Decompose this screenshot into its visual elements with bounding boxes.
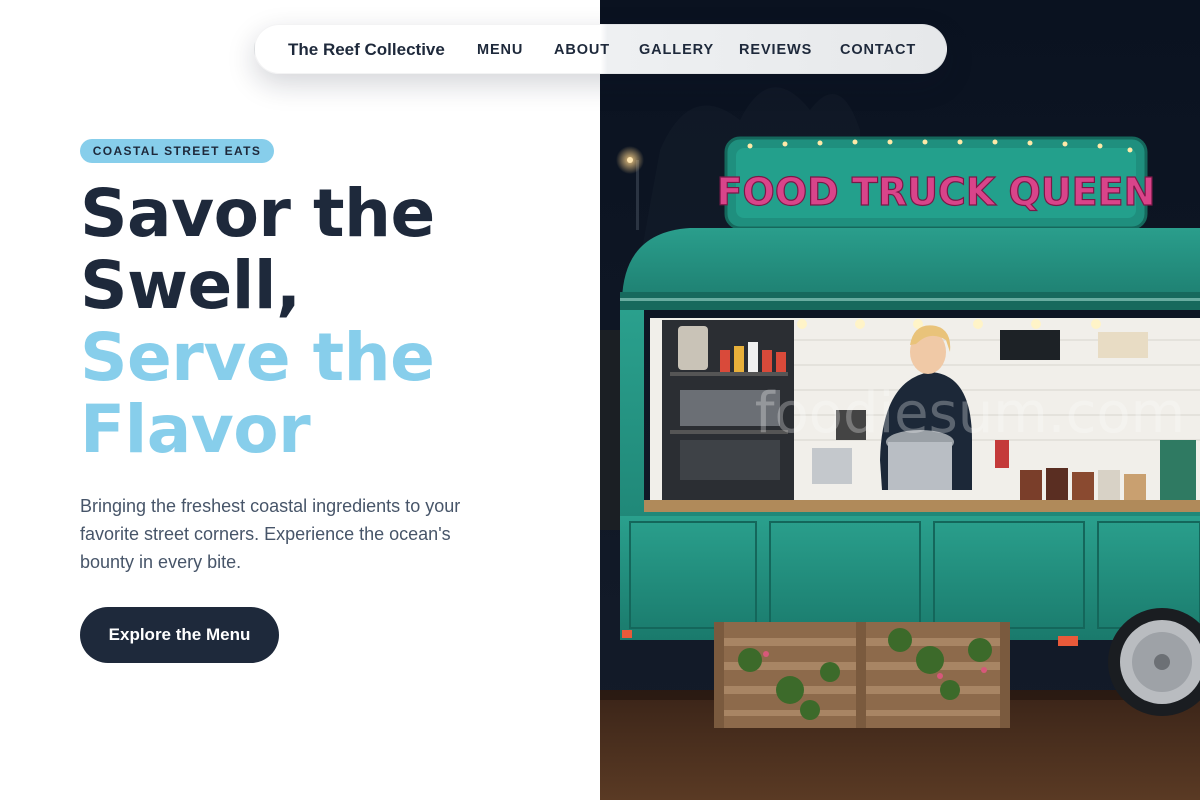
top-navigation: The Reef Collective MENU ABOUT GALLERY R… xyxy=(254,24,947,74)
hero-image: FOOD TRUCK QUEEN foodiesum.com xyxy=(600,0,1200,800)
hero-description: Bringing the freshest coastal ingredient… xyxy=(80,492,520,576)
nav-link-contact[interactable]: CONTACT xyxy=(840,42,916,58)
headline-accent-line: Serve the xyxy=(80,319,435,396)
truck-sign: FOOD TRUCK QUEEN xyxy=(716,136,1156,230)
headline-accent-line: Flavor xyxy=(80,391,311,468)
nav-link-gallery[interactable]: GALLERY xyxy=(639,42,714,58)
nav-link-menu[interactable]: MENU xyxy=(477,42,523,58)
wooden-planter xyxy=(714,622,1010,728)
watermark-text: foodiesum.com xyxy=(755,381,1185,446)
nav-link-about[interactable]: ABOUT xyxy=(554,42,610,58)
headline-line: Savor the xyxy=(80,175,435,252)
food-truck-illustration: FOOD TRUCK QUEEN foodiesum.com xyxy=(600,0,1200,800)
description-line: Bringing the freshest coastal ingredient… xyxy=(80,496,461,516)
category-badge: COASTAL STREET EATS xyxy=(80,139,274,163)
headline-line: Swell, xyxy=(80,247,301,324)
description-line: favorite street corners. Experience the … xyxy=(80,524,451,544)
hero-headline: Savor the Swell, Serve the Flavor xyxy=(80,178,435,466)
truck-sign-text: FOOD TRUCK QUEEN xyxy=(717,170,1156,214)
explore-menu-button[interactable]: Explore the Menu xyxy=(80,607,279,663)
brand-logo-text[interactable]: The Reef Collective xyxy=(288,40,445,60)
description-line: bounty in every bite. xyxy=(80,552,242,572)
nav-link-reviews[interactable]: REVIEWS xyxy=(739,42,812,58)
